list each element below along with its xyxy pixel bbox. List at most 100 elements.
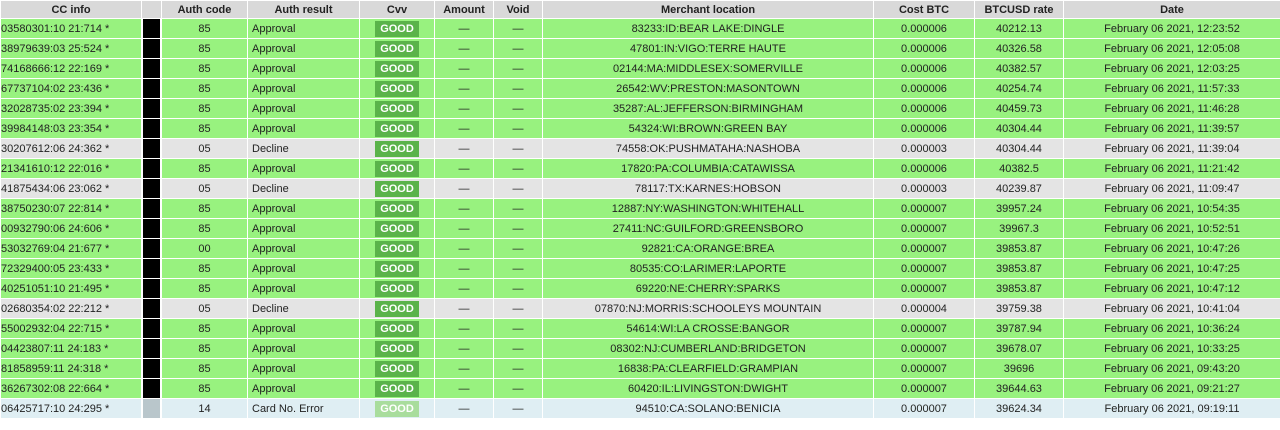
cc-star-marker[interactable]: * xyxy=(105,243,109,255)
cc-star-marker[interactable]: * xyxy=(105,183,109,195)
void-cell[interactable]: — xyxy=(493,78,543,99)
header-btcusd-rate[interactable]: BTCUSD rate xyxy=(974,0,1064,19)
cc-info-cell[interactable]: 21341610:12 22:016 * xyxy=(0,158,142,179)
void-cell[interactable]: — xyxy=(493,18,543,39)
void-cell[interactable]: — xyxy=(493,138,543,159)
header-auth-result[interactable]: Auth result xyxy=(247,0,360,19)
cc-info-cell[interactable]: 67737104:02 23:436 * xyxy=(0,78,142,99)
auth-result-cell: Approval xyxy=(247,238,360,259)
void-cell[interactable]: — xyxy=(493,118,543,139)
header-auth-code[interactable]: Auth code xyxy=(161,0,248,19)
merchant-location-cell: 16838:PA:CLEARFIELD:GRAMPIAN xyxy=(542,358,874,379)
cc-info-cell[interactable]: 72329400:05 23:433 * xyxy=(0,258,142,279)
cc-star-marker[interactable]: * xyxy=(105,303,109,315)
table-row[interactable]: 03580301:10 21:714 * 85 Approval GOOD — —83233… xyxy=(0,18,1280,39)
header-cc-info[interactable]: CC info xyxy=(0,0,142,19)
table-row[interactable]: 04423807:11 24:183 * 85 Approval GOOD — —08302… xyxy=(0,338,1280,359)
table-row[interactable]: 67737104:02 23:436 * 85 Approval GOOD — —26542… xyxy=(0,78,1280,99)
header-merchant-location[interactable]: Merchant location xyxy=(542,0,874,19)
table-row[interactable]: 02680354:02 22:212 * 05 Decline GOOD — —07870:… xyxy=(0,298,1280,319)
void-cell[interactable]: — xyxy=(493,98,543,119)
table-row[interactable]: 53032769:04 21:677 * 00 Approval GOOD — —92821… xyxy=(0,238,1280,259)
void-cell[interactable]: — xyxy=(493,38,543,59)
cc-star-marker[interactable]: * xyxy=(105,23,109,35)
cc-star-marker[interactable]: * xyxy=(105,63,109,75)
cc-info-cell[interactable]: 41875434:06 23:062 * xyxy=(0,178,142,199)
cc-star-marker[interactable]: * xyxy=(105,283,109,295)
header-cvv[interactable]: Cvv xyxy=(359,0,435,19)
cc-star-marker[interactable]: * xyxy=(105,223,109,235)
void-cell[interactable]: — xyxy=(493,338,543,359)
cc-info-cell[interactable]: 38979639:03 25:524 * xyxy=(0,38,142,59)
header-cost-btc[interactable]: Cost BTC xyxy=(873,0,975,19)
masked-data-cell xyxy=(141,38,162,59)
cc-star-marker[interactable]: * xyxy=(105,383,109,395)
table-row[interactable]: 32028735:02 23:394 * 85 Approval GOOD — —35287… xyxy=(0,98,1280,119)
cc-star-marker[interactable]: * xyxy=(105,103,109,115)
cc-star-marker[interactable]: * xyxy=(104,363,108,375)
table-row[interactable]: 41875434:06 23:062 * 05 Decline GOOD — —78117:… xyxy=(0,178,1280,199)
cc-info-cell[interactable]: 81858959:11 24:318 * xyxy=(0,358,142,379)
void-cell[interactable]: — xyxy=(493,278,543,299)
header-void[interactable]: Void xyxy=(493,0,543,19)
cc-star-marker[interactable]: * xyxy=(105,123,109,135)
table-row[interactable]: 74168666:12 22:169 * 85 Approval GOOD — —02144… xyxy=(0,58,1280,79)
table-row[interactable]: 55002932:04 22:715 * 85 Approval GOOD — —54614… xyxy=(0,318,1280,339)
table-row[interactable]: 72329400:05 23:433 * 85 Approval GOOD — —80535… xyxy=(0,258,1280,279)
masked-data-cell xyxy=(141,158,162,179)
table-row[interactable]: 38979639:03 25:524 * 85 Approval GOOD — —47801… xyxy=(0,38,1280,59)
cc-star-marker[interactable]: * xyxy=(105,83,109,95)
masked-data-cell xyxy=(141,58,162,79)
cc-star-marker[interactable]: * xyxy=(105,43,109,55)
table-row[interactable]: 36267302:08 22:664 * 85 Approval GOOD — —60420… xyxy=(0,378,1280,399)
cc-info-cell[interactable]: 00932790:06 24:606 * xyxy=(0,218,142,239)
void-cell[interactable]: — xyxy=(493,218,543,239)
cc-info-cell[interactable]: 04423807:11 24:183 * xyxy=(0,338,142,359)
cvv-cell: GOOD xyxy=(359,78,435,99)
cc-info-cell[interactable]: 32028735:02 23:394 * xyxy=(0,98,142,119)
void-cell[interactable]: — xyxy=(493,238,543,259)
cc-info-cell[interactable]: 38750230:07 22:814 * xyxy=(0,198,142,219)
void-cell[interactable]: — xyxy=(493,398,543,419)
cc-info-cell[interactable]: 40251051:10 21:495 * xyxy=(0,278,142,299)
cc-star-marker[interactable]: * xyxy=(104,343,108,355)
auth-code-cell: 05 xyxy=(161,298,248,319)
table-row[interactable]: 38750230:07 22:814 * 85 Approval GOOD — —12887… xyxy=(0,198,1280,219)
table-row[interactable]: 30207612:06 24:362 * 05 Decline GOOD — —74558:… xyxy=(0,138,1280,159)
auth-code-cell: 85 xyxy=(161,158,248,179)
cc-info-cell[interactable]: 36267302:08 22:664 * xyxy=(0,378,142,399)
cc-info-cell[interactable]: 06425717:10 24:295 * xyxy=(0,398,142,419)
header-amount[interactable]: Amount xyxy=(434,0,494,19)
void-cell[interactable]: — xyxy=(493,198,543,219)
cc-info-cell[interactable]: 74168666:12 22:169 * xyxy=(0,58,142,79)
cc-info-cell[interactable]: 02680354:02 22:212 * xyxy=(0,298,142,319)
cc-info-cell[interactable]: 39984148:03 23:354 * xyxy=(0,118,142,139)
table-row[interactable]: 40251051:10 21:495 * 85 Approval GOOD — —69220… xyxy=(0,278,1280,299)
table-row[interactable]: 81858959:11 24:318 * 85 Approval GOOD — —16838… xyxy=(0,358,1280,379)
table-row[interactable]: 21341610:12 22:016 * 85 Approval GOOD — —17820… xyxy=(0,158,1280,179)
void-cell[interactable]: — xyxy=(493,378,543,399)
cc-info-cell[interactable]: 03580301:10 21:714 * xyxy=(0,18,142,39)
void-cell[interactable]: — xyxy=(493,358,543,379)
cc-star-marker[interactable]: * xyxy=(105,203,109,215)
cc-star-marker[interactable]: * xyxy=(105,263,109,275)
cc-star-marker[interactable]: * xyxy=(105,163,109,175)
table-row[interactable]: 39984148:03 23:354 * 85 Approval GOOD — —54324… xyxy=(0,118,1280,139)
void-cell[interactable]: — xyxy=(493,298,543,319)
void-cell[interactable]: — xyxy=(493,318,543,339)
amount-cell: — xyxy=(434,298,494,319)
void-cell[interactable]: — xyxy=(493,178,543,199)
cc-info-cell[interactable]: 55002932:04 22:715 * xyxy=(0,318,142,339)
void-cell[interactable]: — xyxy=(493,58,543,79)
cc-star-marker[interactable]: * xyxy=(105,403,109,415)
table-row[interactable]: 06425717:10 24:295 * 14 Card No. Error GOOD —… xyxy=(0,398,1280,419)
void-cell[interactable]: — xyxy=(493,158,543,179)
cc-star-marker[interactable]: * xyxy=(105,143,109,155)
cvv-status-badge: GOOD xyxy=(375,80,419,97)
void-cell[interactable]: — xyxy=(493,258,543,279)
header-date[interactable]: Date xyxy=(1063,0,1280,19)
cc-star-marker[interactable]: * xyxy=(105,323,109,335)
table-row[interactable]: 00932790:06 24:606 * 85 Approval GOOD — —27411… xyxy=(0,218,1280,239)
cc-info-cell[interactable]: 53032769:04 21:677 * xyxy=(0,238,142,259)
cc-info-cell[interactable]: 30207612:06 24:362 * xyxy=(0,138,142,159)
